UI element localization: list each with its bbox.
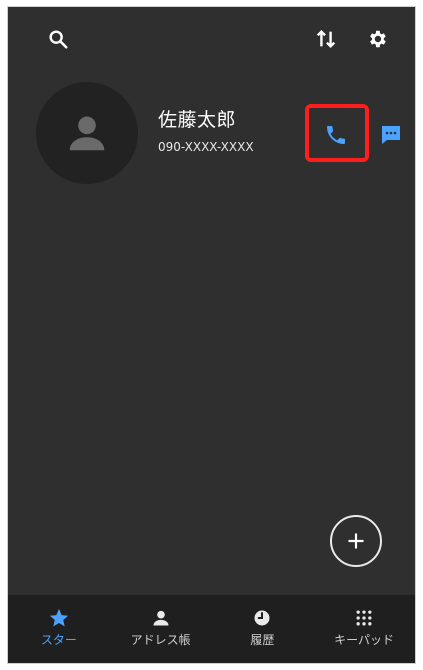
nav-label: アドレス帳 bbox=[130, 633, 191, 647]
sort-icon[interactable] bbox=[312, 25, 340, 53]
keypad-icon bbox=[356, 610, 372, 626]
contact-name: 佐藤太郎 bbox=[158, 109, 237, 131]
avatar[interactable] bbox=[36, 82, 138, 184]
phone-icon[interactable] bbox=[323, 122, 349, 148]
nav-label: キーパッド bbox=[334, 633, 395, 647]
gear-icon[interactable] bbox=[363, 25, 391, 53]
nav-item-star[interactable]: スター bbox=[8, 595, 110, 663]
person-icon bbox=[153, 610, 169, 626]
bottom-navigation: スター アドレス帳 履歴 キーパッド bbox=[8, 595, 415, 663]
contact-number: 090-XXXX-XXXX bbox=[158, 140, 254, 154]
nav-label: スター bbox=[40, 633, 77, 647]
top-bar bbox=[8, 7, 415, 67]
add-contact-button[interactable] bbox=[330, 515, 382, 567]
contact-row[interactable]: 佐藤太郎 090-XXXX-XXXX bbox=[8, 82, 415, 192]
star-icon bbox=[49, 608, 69, 627]
clock-icon bbox=[254, 610, 270, 626]
search-icon[interactable] bbox=[44, 25, 72, 53]
nav-item-address-book[interactable]: アドレス帳 bbox=[110, 595, 212, 663]
phone-screen: 佐藤太郎 090-XXXX-XXXX スター アドレス帳 履歴 キーパッド bbox=[7, 6, 416, 664]
person-icon bbox=[69, 116, 105, 151]
nav-item-keypad[interactable]: キーパッド bbox=[313, 595, 415, 663]
nav-label: 履歴 bbox=[250, 633, 275, 647]
nav-item-history[interactable]: 履歴 bbox=[212, 595, 314, 663]
plus-icon bbox=[348, 533, 364, 549]
message-icon[interactable] bbox=[378, 122, 404, 148]
